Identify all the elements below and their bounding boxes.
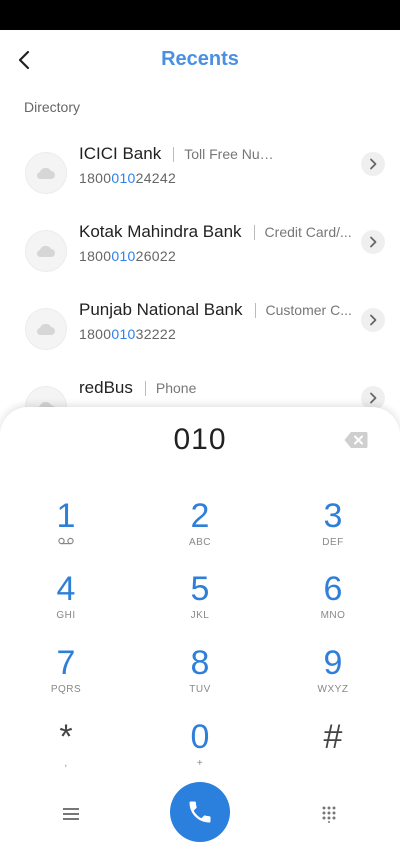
number-match: 010 xyxy=(111,326,136,342)
contact-number: 180001032222 xyxy=(79,326,177,342)
dial-key-5[interactable]: 5 JKL xyxy=(155,570,245,630)
detail-button[interactable] xyxy=(361,308,385,332)
phone-icon xyxy=(189,801,211,823)
dial-key-7[interactable]: 7 PQRS xyxy=(21,644,111,704)
divider xyxy=(253,224,255,240)
detail-button[interactable] xyxy=(361,152,385,176)
call-button[interactable] xyxy=(170,782,230,842)
avatar xyxy=(25,308,67,350)
cloud-icon xyxy=(36,323,55,336)
contact-tag: Customer C... xyxy=(265,302,352,318)
avatar xyxy=(25,230,67,272)
dialer-panel: 010 1 2 ABC 3 DEF 4 GHI 5 JKL 6 MNO 7 PQ… xyxy=(0,407,400,866)
list-item[interactable]: ICICI Bank Toll Free Number 180001024242 xyxy=(0,142,400,206)
contact-name: Punjab National Bank xyxy=(79,300,243,319)
chevron-right-icon xyxy=(370,392,377,404)
contact-tag: Credit Card/... xyxy=(264,224,352,240)
divider xyxy=(254,302,256,318)
keypad-icon[interactable] xyxy=(320,805,338,823)
cloud-icon xyxy=(36,167,55,180)
header: Recents xyxy=(0,30,400,90)
contact-name: Kotak Mahindra Bank xyxy=(79,222,242,241)
number-match: 010 xyxy=(111,170,136,186)
chevron-right-icon xyxy=(370,314,377,326)
dial-key-3[interactable]: 3 DEF xyxy=(288,497,378,557)
page-title: Recents xyxy=(161,48,239,70)
dial-key-star[interactable]: * , xyxy=(21,718,111,778)
dial-key-1[interactable]: 1 xyxy=(21,497,111,557)
avatar xyxy=(25,152,67,194)
dial-key-0[interactable]: 0 + xyxy=(155,718,245,778)
contact-name: ICICI Bank xyxy=(79,144,162,163)
menu-icon[interactable] xyxy=(60,805,82,823)
cloud-icon xyxy=(36,245,55,258)
dial-key-8[interactable]: 8 TUV xyxy=(155,644,245,704)
contact-tag: Phone xyxy=(155,380,197,396)
list-item[interactable]: Punjab National Bank Customer C... 18000… xyxy=(0,298,400,362)
dial-input[interactable]: 010 xyxy=(0,423,400,457)
detail-button[interactable] xyxy=(361,230,385,254)
contact-tag: Toll Free Number xyxy=(184,146,280,162)
dial-key-hash[interactable]: # xyxy=(288,718,378,778)
divider xyxy=(144,380,146,396)
chevron-right-icon xyxy=(370,236,377,248)
divider xyxy=(173,146,175,162)
voicemail-icon xyxy=(58,537,74,545)
section-label-directory: Directory xyxy=(24,99,81,115)
dial-key-4[interactable]: 4 GHI xyxy=(21,570,111,630)
list-item[interactable]: Kotak Mahindra Bank Credit Card/... 1800… xyxy=(0,220,400,284)
number-match: 010 xyxy=(111,248,136,264)
dial-key-2[interactable]: 2 ABC xyxy=(155,497,245,557)
backspace-icon[interactable] xyxy=(344,431,368,449)
dial-key-9[interactable]: 9 WXYZ xyxy=(288,644,378,704)
contact-name: redBus xyxy=(79,378,133,397)
chevron-right-icon xyxy=(370,158,377,170)
dial-key-6[interactable]: 6 MNO xyxy=(288,570,378,630)
contact-number: 180001026022 xyxy=(79,248,177,264)
contact-number: 180001024242 xyxy=(79,170,177,186)
status-bar xyxy=(0,0,400,30)
